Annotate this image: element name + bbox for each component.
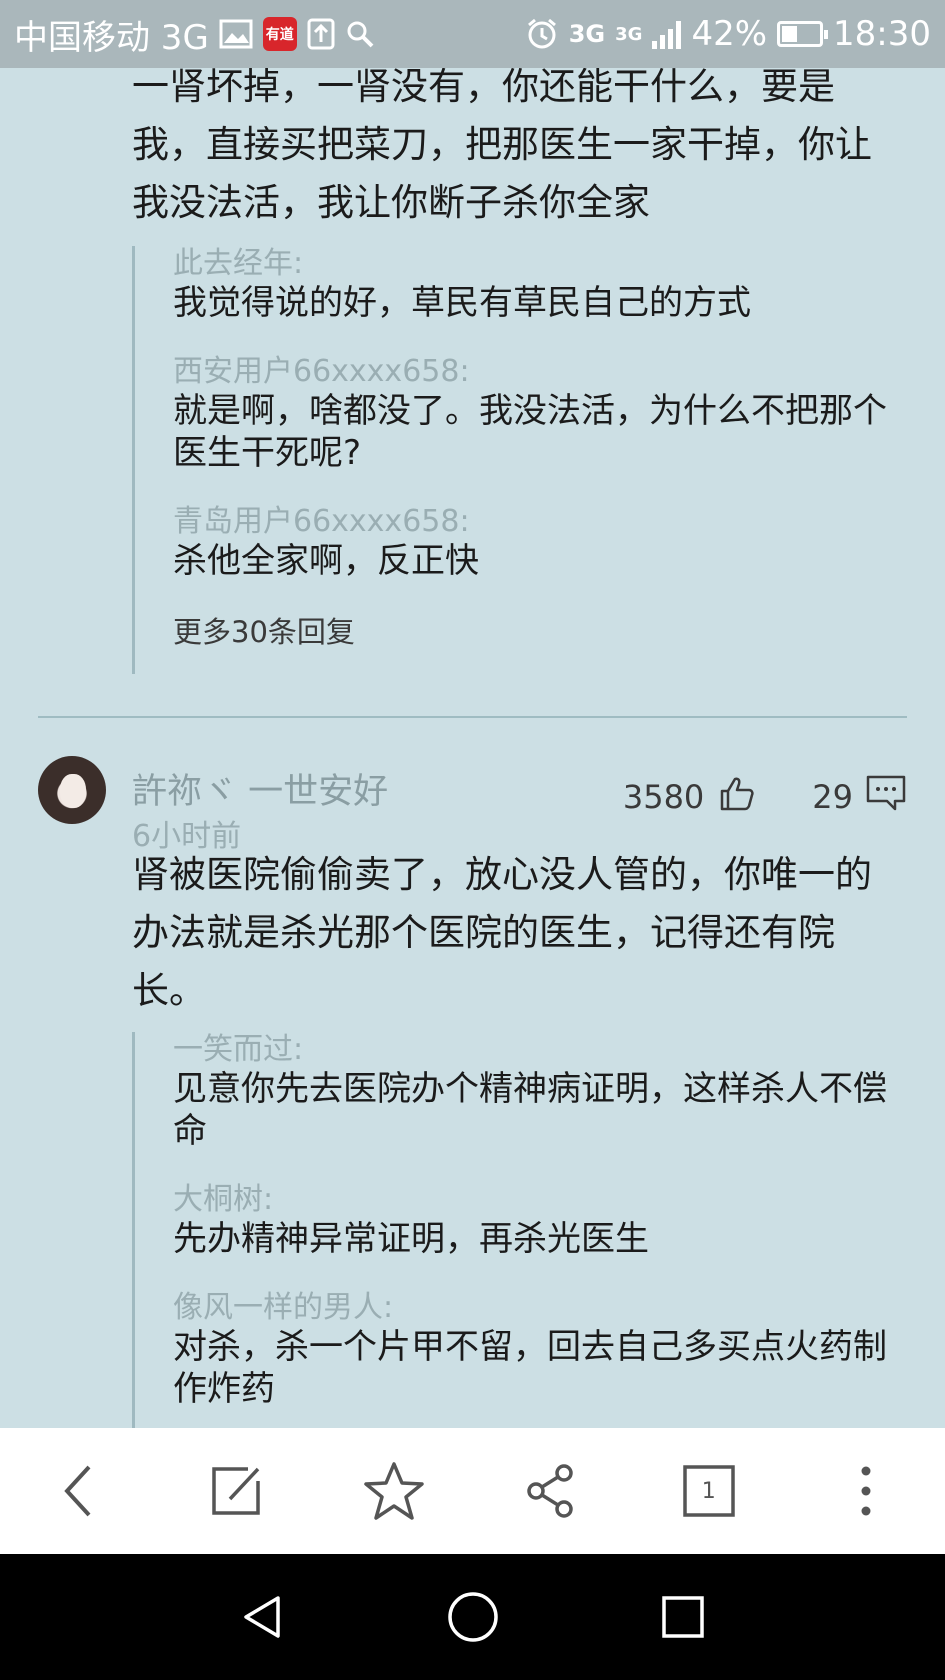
- like-count: 3580: [622, 778, 705, 816]
- signal-icon: [652, 19, 682, 49]
- browser-toolbar: 1: [0, 1428, 945, 1554]
- more-replies-link[interactable]: 更多30条回复: [173, 612, 909, 652]
- avatar[interactable]: [38, 756, 106, 824]
- comment-stats: 3580 29: [623, 773, 907, 821]
- comment-text: 一肾坏掉，一肾没有，你还能干什么，要是我，直接买把菜刀，把那医生一家干掉，你让我…: [132, 68, 872, 224]
- alarm-icon: [525, 17, 559, 51]
- reply-item[interactable]: 大桐树: 先办精神异常证明，再杀光医生: [173, 1182, 909, 1260]
- reply-item[interactable]: 此去经年: 我觉得说的好，草民有草民自己的方式: [173, 246, 909, 324]
- recents-square-icon[interactable]: [648, 1582, 718, 1652]
- back-chevron-icon[interactable]: [39, 1451, 119, 1531]
- reply-author: 此去经年:: [173, 246, 304, 281]
- reply-item[interactable]: 西安用户66xxxx658: 就是啊，啥都没了。我没法活，为什么不把那个医生干死…: [173, 354, 909, 474]
- battery-percent: 42%: [691, 14, 768, 54]
- share-icon[interactable]: [511, 1451, 591, 1531]
- youdao-app-icon: 有道: [262, 17, 297, 51]
- reply-thread: 一笑而过: 见意你先去医院办个精神病证明，这样杀人不偿命 大桐树: 先办精神异常…: [132, 1032, 909, 1428]
- reply-item[interactable]: 像风一样的男人: 对杀，杀一个片甲不留，回去自己多买点火药制作炸药: [173, 1290, 909, 1410]
- comment-text: 肾被医院偷偷卖了，放心没人管的，你唯一的办法就是杀光那个医院的医生，记得还有院长…: [132, 853, 872, 1012]
- upload-icon: [307, 18, 335, 50]
- reply-text: 就是啊，啥都没了。我没法活，为什么不把那个医生干死呢?: [173, 391, 887, 473]
- reply-item[interactable]: 一笑而过: 见意你先去医院办个精神病证明，这样杀人不偿命: [173, 1032, 909, 1152]
- reply-count: 29: [812, 778, 853, 816]
- reply-author: 西安用户66xxxx658:: [173, 354, 470, 389]
- reply-author: 一笑而过:: [173, 1032, 304, 1067]
- network-type-2: 3G: [615, 23, 643, 45]
- carrier-label: 中国移动 3G: [14, 17, 209, 58]
- search-icon: [345, 19, 375, 49]
- comment-feed[interactable]: 一肾坏掉，一肾没有，你还能干什么，要是我，直接买把菜刀，把那医生一家干掉，你让我…: [0, 68, 945, 1428]
- reply-text: 杀他全家啊，反正快: [173, 541, 479, 581]
- reply-text: 见意你先去医院办个精神病证明，这样杀人不偿命: [173, 1069, 887, 1151]
- tabs-icon[interactable]: 1: [669, 1451, 749, 1531]
- back-triangle-icon[interactable]: [228, 1582, 298, 1652]
- thumbs-up-icon[interactable]: [716, 773, 756, 821]
- reply-item[interactable]: 青岛用户66xxxx658: 杀他全家啊，反正快: [173, 504, 909, 582]
- comment-divider: [38, 716, 907, 718]
- reply-text: 对杀，杀一个片甲不留，回去自己多买点火药制作炸药: [173, 1327, 887, 1409]
- reply-author: 青岛用户66xxxx658:: [173, 504, 470, 539]
- reply-thread: 此去经年: 我觉得说的好，草民有草民自己的方式 西安用户66xxxx658: 就…: [132, 246, 909, 674]
- image-icon: [219, 19, 253, 49]
- reply-text: 先办精神异常证明，再杀光医生: [173, 1219, 649, 1259]
- status-bar: 中国移动 3G 有道 3G 3G 42% 18:30: [0, 0, 945, 68]
- network-type-1: 3G: [568, 20, 606, 48]
- battery-icon: [777, 21, 829, 47]
- clock: 18:30: [833, 14, 931, 54]
- star-icon[interactable]: [354, 1451, 434, 1531]
- comment-bubble-icon[interactable]: [865, 773, 907, 821]
- edit-icon[interactable]: [196, 1451, 276, 1531]
- comment-username[interactable]: 許祢ヾ 一世安好: [132, 763, 388, 814]
- reply-text: 我觉得说的好，草民有草民自己的方式: [173, 283, 751, 323]
- tab-count: 1: [701, 1478, 716, 1504]
- home-circle-icon[interactable]: [438, 1582, 508, 1652]
- more-vertical-icon[interactable]: [826, 1451, 906, 1531]
- reply-author: 像风一样的男人:: [173, 1290, 394, 1325]
- reply-author: 大桐树:: [173, 1182, 274, 1217]
- system-nav-bar: [0, 1554, 945, 1680]
